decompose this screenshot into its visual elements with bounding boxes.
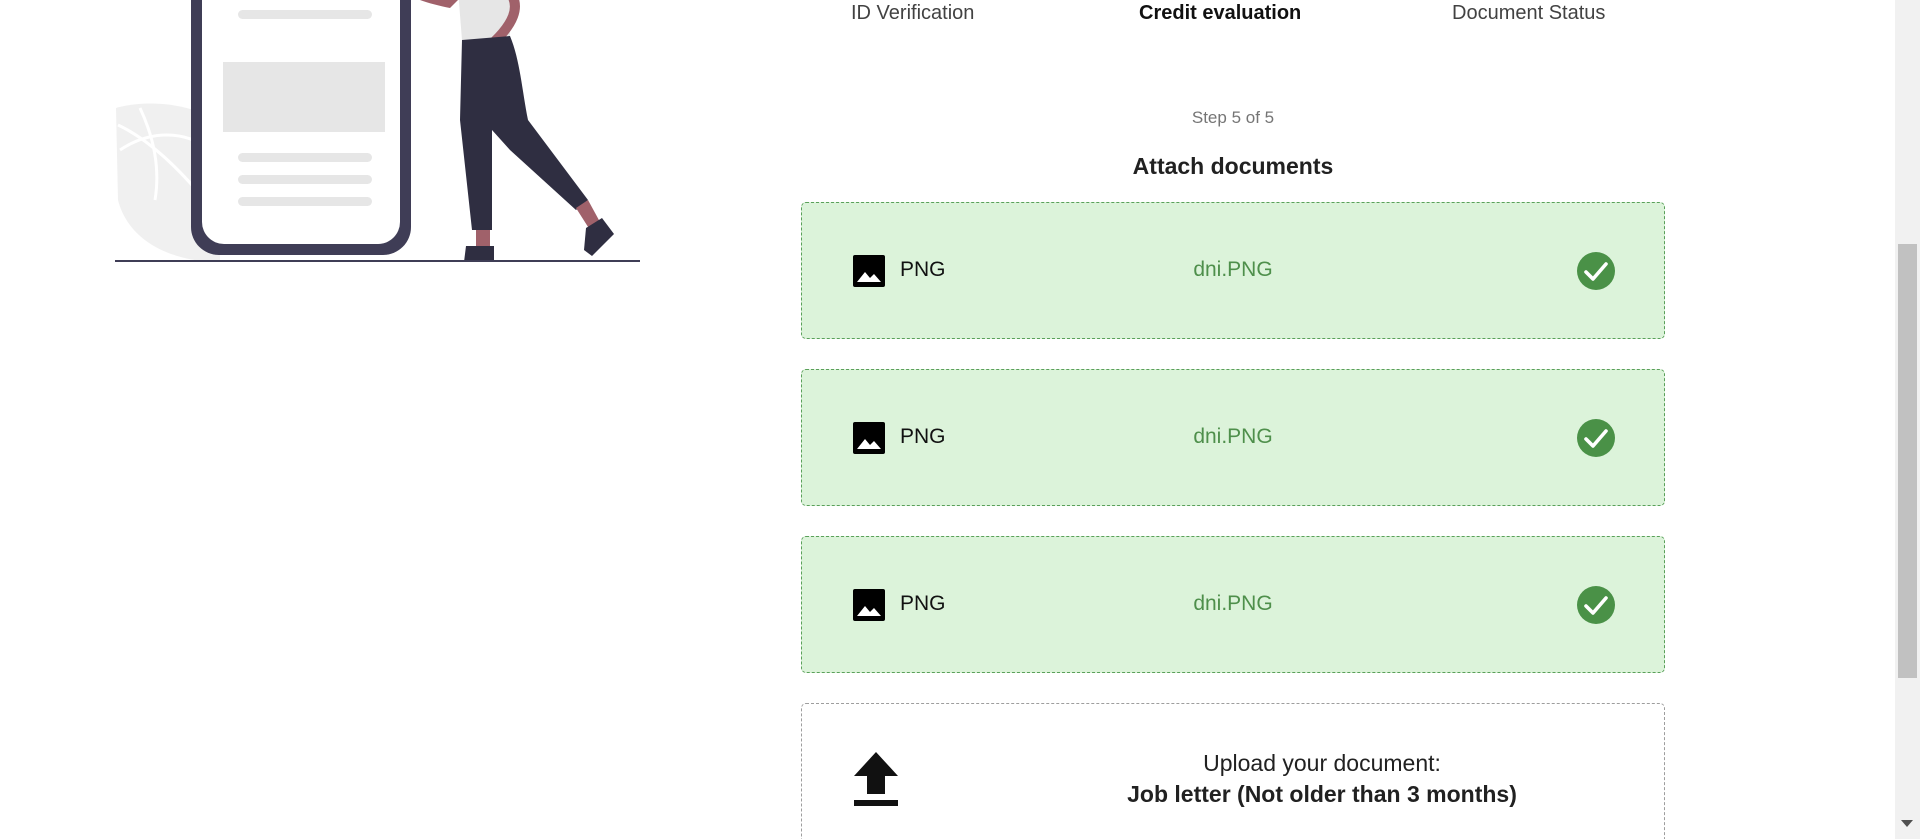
document-file-name: dni.PNG: [1193, 425, 1273, 448]
step-credit-evaluation[interactable]: Credit evaluation: [1139, 0, 1301, 26]
document-file-name: dni.PNG: [1193, 592, 1273, 615]
check-circle-icon: [1577, 419, 1615, 457]
step-progress-text: Step 5 of 5: [1191, 108, 1275, 127]
check-circle-icon: [1577, 586, 1615, 624]
scroll-down-arrow-icon[interactable]: [1901, 820, 1913, 827]
upload-dropzone[interactable]: Upload your document: Job letter (Not ol…: [801, 703, 1665, 839]
document-file-name: dni.PNG: [1193, 258, 1273, 281]
stepper: ID Verification Credit evaluation Docume…: [800, 0, 1680, 30]
upload-document-name: Job letter (Not older than 3 months): [1127, 781, 1517, 807]
scrollbar-thumb[interactable]: [1898, 244, 1917, 678]
document-card[interactable]: PNG dni.PNG: [801, 369, 1665, 506]
section-title: Attach documents: [1132, 153, 1334, 179]
vertical-scrollbar[interactable]: [1895, 0, 1920, 839]
step-id-verification[interactable]: ID Verification: [851, 0, 974, 26]
document-card[interactable]: PNG dni.PNG: [801, 536, 1665, 673]
upload-prompt: Upload your document:: [1203, 750, 1441, 776]
check-circle-icon: [1577, 252, 1615, 290]
attach-documents-page: ID Verification Credit evaluation Docume…: [0, 0, 1920, 839]
document-card[interactable]: PNG dni.PNG: [801, 202, 1665, 339]
phone-illustration: [115, 0, 640, 263]
upload-icon: [854, 752, 898, 806]
step-document-status[interactable]: Document Status: [1452, 0, 1605, 26]
